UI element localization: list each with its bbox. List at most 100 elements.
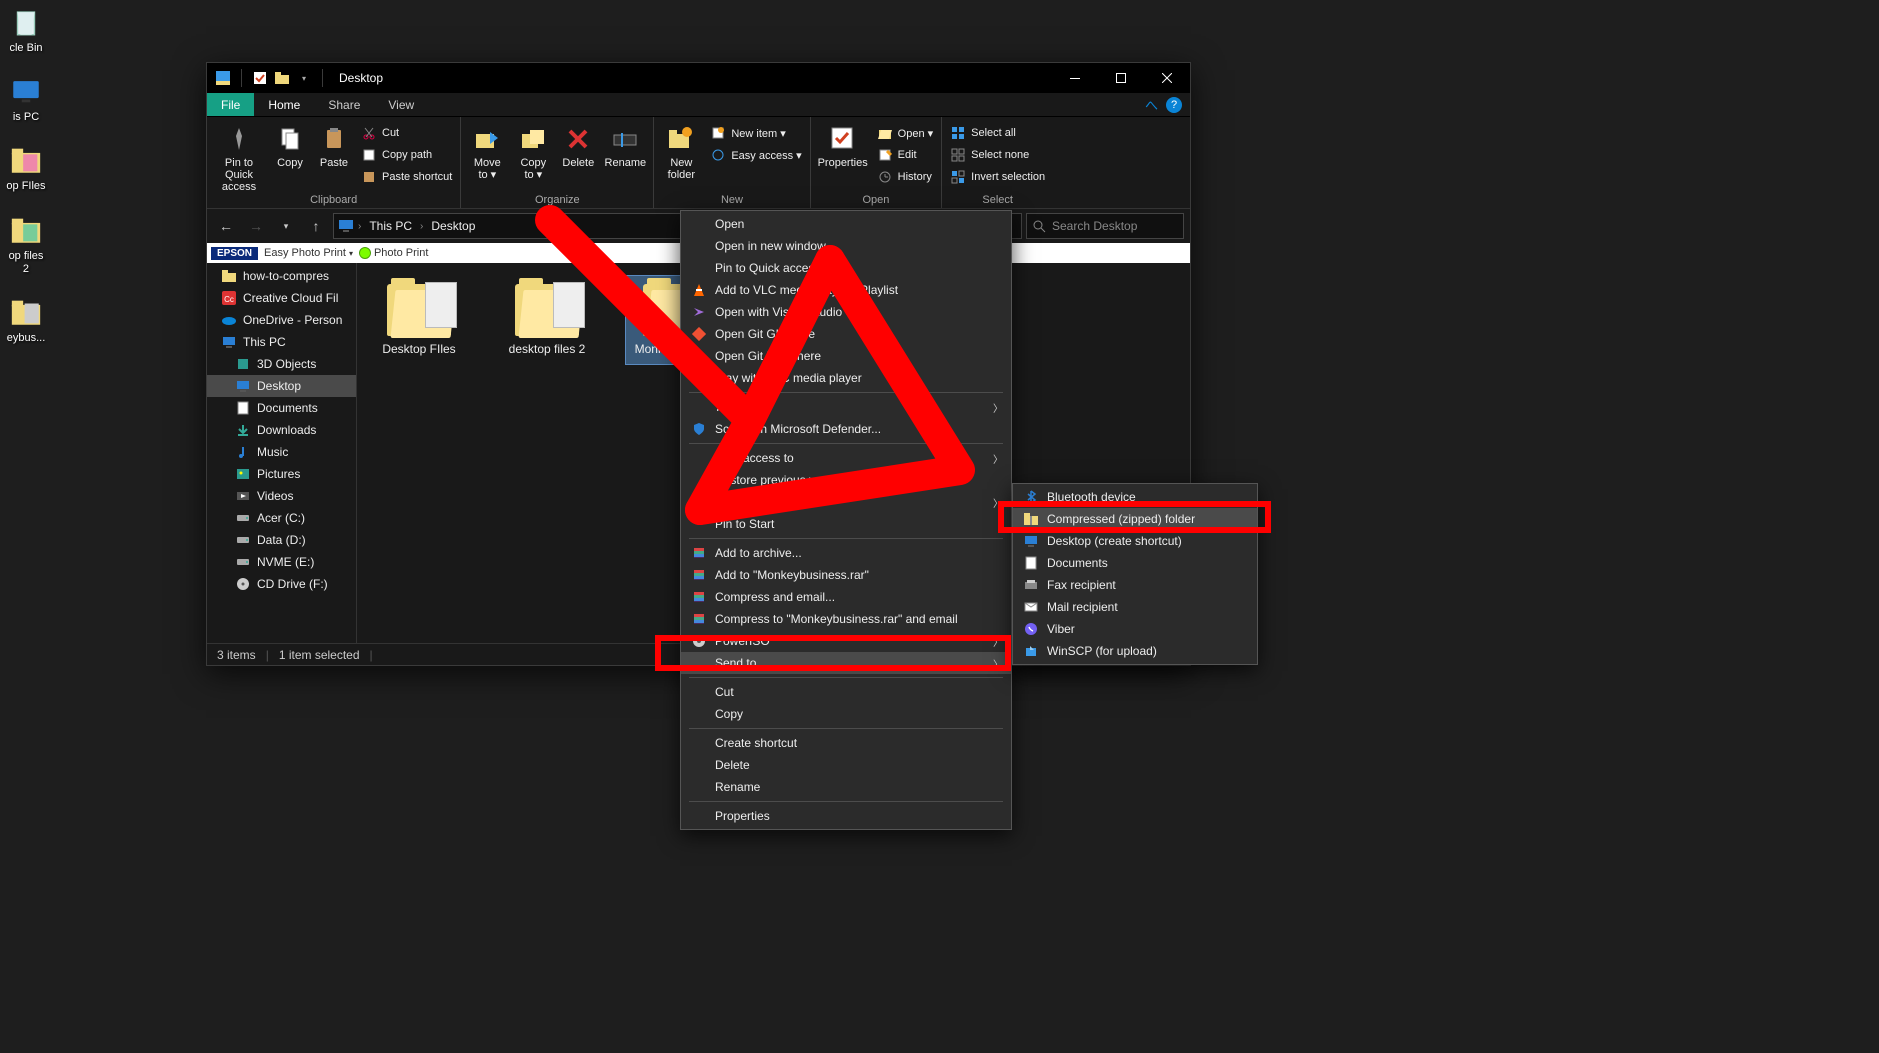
nav-item-acer-c-[interactable]: Acer (C:) bbox=[207, 507, 356, 529]
menu-item-open[interactable]: Open bbox=[681, 213, 1011, 235]
qat-dropdown-icon[interactable]: ▾ bbox=[296, 70, 312, 86]
menu-item-copy[interactable]: Copy bbox=[681, 703, 1011, 725]
nav-item-onedrive-person[interactable]: OneDrive - Person bbox=[207, 309, 356, 331]
breadcrumb-this-pc[interactable]: This PC bbox=[365, 219, 416, 233]
copy-button[interactable]: Copy bbox=[269, 119, 311, 169]
menu-item-give-access-to[interactable]: Give access to〉 bbox=[681, 447, 1011, 469]
submenu-item-bluetooth-device[interactable]: Bluetooth device bbox=[1013, 486, 1257, 508]
nav-item-pictures[interactable]: Pictures bbox=[207, 463, 356, 485]
menu-item-open-git-bash-here[interactable]: Open Git Bash here bbox=[681, 345, 1011, 367]
open-button[interactable]: Open ▾ bbox=[873, 123, 938, 143]
cut-button[interactable]: Cut bbox=[357, 123, 456, 143]
desktop-icon-this-pc[interactable]: is PC bbox=[0, 73, 52, 124]
tab-share[interactable]: Share bbox=[314, 93, 374, 116]
folder-item[interactable]: desktop files 2 bbox=[497, 275, 597, 365]
menu-item-send-to[interactable]: Send to〉 bbox=[681, 652, 1011, 674]
menu-item-add-to-vlc-media-player-s-playlist[interactable]: Add to VLC media player's Playlist bbox=[681, 279, 1011, 301]
submenu-item-compressed-zipped-folder[interactable]: Compressed (zipped) folder bbox=[1013, 508, 1257, 530]
copy-to-button[interactable]: Copy to ▾ bbox=[511, 119, 555, 181]
minimize-button[interactable] bbox=[1052, 63, 1098, 93]
tab-file[interactable]: File bbox=[207, 93, 254, 116]
delete-button[interactable]: Delete bbox=[557, 119, 599, 169]
menu-item-compress-to-monkeybusiness-rar-and-email[interactable]: Compress to "Monkeybusiness.rar" and ema… bbox=[681, 608, 1011, 630]
submenu-item-viber[interactable]: Viber bbox=[1013, 618, 1257, 640]
nav-item-this-pc[interactable]: This PC bbox=[207, 331, 356, 353]
epson-easy-photo-print[interactable]: Easy Photo Print ▾ bbox=[264, 247, 353, 259]
nav-up-button[interactable]: ↑ bbox=[303, 213, 329, 239]
nav-item-downloads[interactable]: Downloads bbox=[207, 419, 356, 441]
new-item-button[interactable]: New item ▾ bbox=[706, 123, 805, 143]
folder-item[interactable]: Desktop FIles bbox=[369, 275, 469, 365]
menu-item-play-with-vlc-media-player[interactable]: Play with VLC media player bbox=[681, 367, 1011, 389]
nav-item-music[interactable]: Music bbox=[207, 441, 356, 463]
menu-item-open-with-visual-studio[interactable]: Open with Visual Studio bbox=[681, 301, 1011, 323]
invert-selection-button[interactable]: Invert selection bbox=[946, 167, 1049, 187]
close-button[interactable] bbox=[1144, 63, 1190, 93]
nav-item-documents[interactable]: Documents bbox=[207, 397, 356, 419]
move-to-button[interactable]: Move to ▾ bbox=[465, 119, 509, 181]
menu-item-open-in-new-window[interactable]: Open in new window bbox=[681, 235, 1011, 257]
edit-button[interactable]: Edit bbox=[873, 145, 938, 165]
nav-recent-button[interactable]: ▾ bbox=[273, 213, 299, 239]
tab-view[interactable]: View bbox=[374, 93, 428, 116]
new-folder-button[interactable]: New folder bbox=[658, 119, 704, 181]
qat-properties-icon[interactable] bbox=[252, 70, 268, 86]
menu-item-7-zip[interactable]: 7-Zip〉 bbox=[681, 396, 1011, 418]
menu-item-poweriso[interactable]: PowerISO〉 bbox=[681, 630, 1011, 652]
tab-home[interactable]: Home bbox=[254, 93, 314, 116]
menu-item-pin-to-quick-access[interactable]: Pin to Quick access bbox=[681, 257, 1011, 279]
desktop-icon-desktop-files-2[interactable]: op files 2 bbox=[0, 212, 52, 276]
ribbon-collapse-icon[interactable]: へ bbox=[1145, 95, 1158, 114]
menu-item-properties[interactable]: Properties bbox=[681, 805, 1011, 827]
menu-item-compress-and-email[interactable]: Compress and email... bbox=[681, 586, 1011, 608]
select-none-button[interactable]: Select none bbox=[946, 145, 1049, 165]
search-input[interactable]: Search Desktop bbox=[1026, 213, 1184, 239]
nav-item-nvme-e-[interactable]: NVME (E:) bbox=[207, 551, 356, 573]
qat-folder-icon[interactable] bbox=[274, 70, 290, 86]
menu-item-label: Scan with Microsoft Defender... bbox=[715, 422, 881, 436]
nav-item-3d-objects[interactable]: 3D Objects bbox=[207, 353, 356, 375]
ribbon-help-icon[interactable]: ? bbox=[1166, 97, 1182, 113]
submenu-item-fax-recipient[interactable]: Fax recipient bbox=[1013, 574, 1257, 596]
menu-item-restore-previous-versions[interactable]: Restore previous versions bbox=[681, 469, 1011, 491]
send-to-submenu: Bluetooth deviceCompressed (zipped) fold… bbox=[1012, 483, 1258, 665]
titlebar[interactable]: ▾ Desktop bbox=[207, 63, 1190, 93]
desktop-icon-monkeybusiness[interactable]: eybus... bbox=[0, 294, 52, 345]
nav-item-videos[interactable]: Videos bbox=[207, 485, 356, 507]
copy-path-button[interactable]: Copy path bbox=[357, 145, 456, 165]
submenu-item-winscp-for-upload[interactable]: WinSCP (for upload) bbox=[1013, 640, 1257, 662]
submenu-item-desktop-create-shortcut[interactable]: Desktop (create shortcut) bbox=[1013, 530, 1257, 552]
nav-item-how-to-compres[interactable]: how-to-compres bbox=[207, 265, 356, 287]
nav-item-cd-drive-f-[interactable]: CD Drive (F:) bbox=[207, 573, 356, 595]
menu-item-create-shortcut[interactable]: Create shortcut bbox=[681, 732, 1011, 754]
select-all-button[interactable]: Select all bbox=[946, 123, 1049, 143]
paste-button[interactable]: Paste bbox=[313, 119, 355, 169]
menu-item-open-git-gui-here[interactable]: Open Git GUI here bbox=[681, 323, 1011, 345]
nav-item-desktop[interactable]: Desktop bbox=[207, 375, 356, 397]
desktop-icon-recycle-bin[interactable]: cle Bin bbox=[0, 4, 52, 55]
pin-quick-access-button[interactable]: Pin to Quick access bbox=[211, 119, 267, 193]
menu-item-delete[interactable]: Delete bbox=[681, 754, 1011, 776]
menu-item-rename[interactable]: Rename bbox=[681, 776, 1011, 798]
breadcrumb-desktop[interactable]: Desktop bbox=[427, 219, 479, 233]
paste-shortcut-button[interactable]: Paste shortcut bbox=[357, 167, 456, 187]
menu-item-include-in-library[interactable]: Include in library〉 bbox=[681, 491, 1011, 513]
properties-button[interactable]: Properties bbox=[815, 119, 871, 169]
desktop-icon-desktop-files[interactable]: op FIles bbox=[0, 142, 52, 193]
maximize-button[interactable] bbox=[1098, 63, 1144, 93]
menu-item-scan-with-microsoft-defender[interactable]: Scan with Microsoft Defender... bbox=[681, 418, 1011, 440]
menu-item-add-to-monkeybusiness-rar[interactable]: Add to "Monkeybusiness.rar" bbox=[681, 564, 1011, 586]
epson-photo-print[interactable]: Photo Print bbox=[359, 247, 428, 259]
nav-back-button[interactable]: ← bbox=[213, 213, 239, 239]
menu-item-add-to-archive[interactable]: Add to archive... bbox=[681, 542, 1011, 564]
menu-item-cut[interactable]: Cut bbox=[681, 681, 1011, 703]
rename-button[interactable]: Rename bbox=[601, 119, 649, 169]
submenu-item-mail-recipient[interactable]: Mail recipient bbox=[1013, 596, 1257, 618]
nav-forward-button[interactable]: → bbox=[243, 213, 269, 239]
easy-access-button[interactable]: Easy access ▾ bbox=[706, 145, 805, 165]
menu-item-pin-to-start[interactable]: Pin to Start bbox=[681, 513, 1011, 535]
nav-item-data-d-[interactable]: Data (D:) bbox=[207, 529, 356, 551]
history-button[interactable]: History bbox=[873, 167, 938, 187]
nav-item-creative-cloud-fil[interactable]: CcCreative Cloud Fil bbox=[207, 287, 356, 309]
submenu-item-documents[interactable]: Documents bbox=[1013, 552, 1257, 574]
